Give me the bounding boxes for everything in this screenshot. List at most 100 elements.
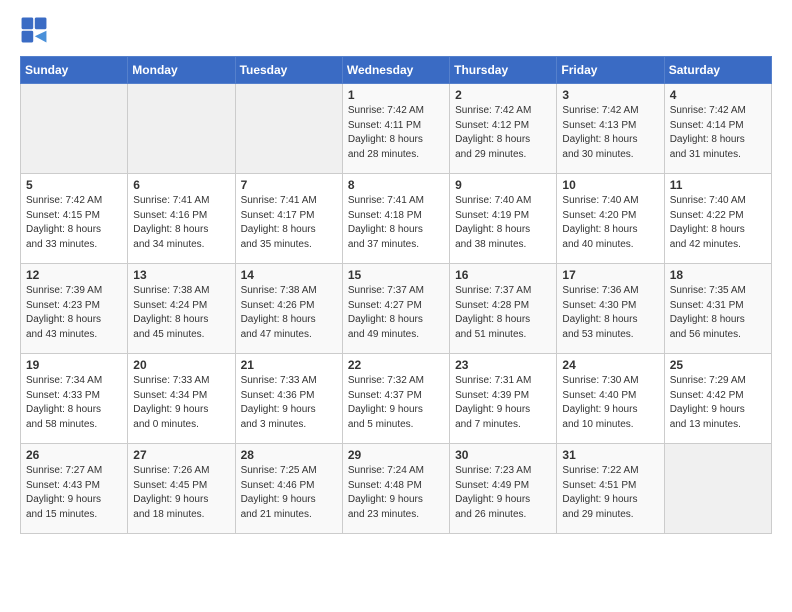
weekday-header-sunday: Sunday [21, 57, 128, 84]
day-number: 8 [348, 178, 444, 192]
calendar-cell: 12Sunrise: 7:39 AM Sunset: 4:23 PM Dayli… [21, 264, 128, 354]
day-number: 26 [26, 448, 122, 462]
calendar-cell: 2 Sunrise: 7:42 AM Sunset: 4:12 PM Daylig… [450, 84, 557, 174]
cell-details: Sunrise: 7:38 AM Sunset: 4:26 PM Dayligh… [241, 284, 337, 342]
calendar-cell: 16Sunrise: 7:37 AM Sunset: 4:28 PM Dayli… [450, 264, 557, 354]
calendar-cell: 9 Sunrise: 7:40 AM Sunset: 4:19 PM Daylig… [450, 174, 557, 264]
cell-details: Sunrise: 7:33 AM Sunset: 4:34 PM Dayligh… [133, 374, 229, 432]
day-number: 9 [455, 178, 551, 192]
calendar-cell: 17 Sunrise: 7:36 AM Sunset: 4:30 PM Dayli… [557, 264, 664, 354]
calendar-table: SundayMondayTuesdayWednesdayThursdayFrid… [20, 56, 772, 534]
cell-details: Sunrise: 7:42 AM Sunset: 4:14 PM Dayligh… [670, 104, 766, 162]
day-number: 7 [241, 178, 337, 192]
calendar-cell: 4 Sunrise: 7:42 AM Sunset: 4:14 PM Daylig… [664, 84, 771, 174]
day-number: 16 [455, 268, 551, 282]
cell-details: Sunrise: 7:26 AM Sunset: 4:45 PM Dayligh… [133, 464, 229, 522]
day-number: 11 [670, 178, 766, 192]
calendar-cell: 27 Sunrise: 7:26 AM Sunset: 4:45 PM Dayli… [128, 444, 235, 534]
cell-details: Sunrise: 7:22 AM Sunset: 4:51 PM Dayligh… [562, 464, 658, 522]
cell-details: Sunrise: 7:42 AM Sunset: 4:12 PM Dayligh… [455, 104, 551, 162]
calendar-cell: 22 Sunrise: 7:32 AM Sunset: 4:37 PM Dayli… [342, 354, 449, 444]
cell-details: Sunrise: 7:36 AM Sunset: 4:30 PM Dayligh… [562, 284, 658, 342]
day-number: 17 [562, 268, 658, 282]
cell-details: Sunrise: 7:30 AM Sunset: 4:40 PM Dayligh… [562, 374, 658, 432]
weekday-header-wednesday: Wednesday [342, 57, 449, 84]
day-number: 14 [241, 268, 337, 282]
calendar-cell: 20 Sunrise: 7:33 AM Sunset: 4:34 PM Dayli… [128, 354, 235, 444]
cell-details: Sunrise: 7:42 AM Sunset: 4:15 PM Dayligh… [26, 194, 122, 252]
cell-details: Sunrise: 7:40 AM Sunset: 4:22 PM Dayligh… [670, 194, 766, 252]
day-number: 28 [241, 448, 337, 462]
day-number: 27 [133, 448, 229, 462]
page: SundayMondayTuesdayWednesdayThursdayFrid… [0, 0, 792, 550]
day-number: 1 [348, 88, 444, 102]
cell-details: Sunrise: 7:23 AM Sunset: 4:49 PM Dayligh… [455, 464, 551, 522]
calendar-cell: 23 Sunrise: 7:31 AM Sunset: 4:39 PM Dayli… [450, 354, 557, 444]
day-number: 15 [348, 268, 444, 282]
day-number: 30 [455, 448, 551, 462]
week-row-4: 19 Sunrise: 7:34 AM Sunset: 4:33 PM Dayli… [21, 354, 772, 444]
day-number: 22 [348, 358, 444, 372]
header [20, 16, 772, 44]
cell-details: Sunrise: 7:40 AM Sunset: 4:19 PM Dayligh… [455, 194, 551, 252]
cell-details: Sunrise: 7:32 AM Sunset: 4:37 PM Dayligh… [348, 374, 444, 432]
calendar-cell: 8 Sunrise: 7:41 AM Sunset: 4:18 PM Daylig… [342, 174, 449, 264]
day-number: 2 [455, 88, 551, 102]
calendar-cell: 14 Sunrise: 7:38 AM Sunset: 4:26 PM Dayli… [235, 264, 342, 354]
calendar-cell: 15 Sunrise: 7:37 AM Sunset: 4:27 PM Dayli… [342, 264, 449, 354]
calendar-cell: 18 Sunrise: 7:35 AM Sunset: 4:31 PM Dayli… [664, 264, 771, 354]
cell-details: Sunrise: 7:42 AM Sunset: 4:13 PM Dayligh… [562, 104, 658, 162]
day-number: 18 [670, 268, 766, 282]
day-number: 6 [133, 178, 229, 192]
cell-details: Sunrise: 7:31 AM Sunset: 4:39 PM Dayligh… [455, 374, 551, 432]
calendar-cell [21, 84, 128, 174]
calendar-cell: 11 Sunrise: 7:40 AM Sunset: 4:22 PM Dayli… [664, 174, 771, 264]
weekday-header-row: SundayMondayTuesdayWednesdayThursdayFrid… [21, 57, 772, 84]
cell-details: Sunrise: 7:41 AM Sunset: 4:18 PM Dayligh… [348, 194, 444, 252]
weekday-header-tuesday: Tuesday [235, 57, 342, 84]
calendar-cell: 1Sunrise: 7:42 AM Sunset: 4:11 PM Daylig… [342, 84, 449, 174]
cell-details: Sunrise: 7:40 AM Sunset: 4:20 PM Dayligh… [562, 194, 658, 252]
calendar-cell: 13Sunrise: 7:38 AM Sunset: 4:24 PM Dayli… [128, 264, 235, 354]
calendar-cell: 24 Sunrise: 7:30 AM Sunset: 4:40 PM Dayli… [557, 354, 664, 444]
day-number: 10 [562, 178, 658, 192]
logo-icon [20, 16, 48, 44]
day-number: 31 [562, 448, 658, 462]
cell-details: Sunrise: 7:24 AM Sunset: 4:48 PM Dayligh… [348, 464, 444, 522]
day-number: 24 [562, 358, 658, 372]
calendar-cell [664, 444, 771, 534]
day-number: 20 [133, 358, 229, 372]
cell-details: Sunrise: 7:34 AM Sunset: 4:33 PM Dayligh… [26, 374, 122, 432]
day-number: 25 [670, 358, 766, 372]
calendar-cell: 26Sunrise: 7:27 AM Sunset: 4:43 PM Dayli… [21, 444, 128, 534]
logo [20, 16, 52, 44]
day-number: 12 [26, 268, 122, 282]
calendar-cell: 25 Sunrise: 7:29 AM Sunset: 4:42 PM Dayli… [664, 354, 771, 444]
calendar-cell: 7 Sunrise: 7:41 AM Sunset: 4:17 PM Daylig… [235, 174, 342, 264]
calendar-cell: 10 Sunrise: 7:40 AM Sunset: 4:20 PM Dayli… [557, 174, 664, 264]
day-number: 29 [348, 448, 444, 462]
day-number: 19 [26, 358, 122, 372]
calendar-cell: 21 Sunrise: 7:33 AM Sunset: 4:36 PM Dayli… [235, 354, 342, 444]
calendar-cell: 28Sunrise: 7:25 AM Sunset: 4:46 PM Dayli… [235, 444, 342, 534]
week-row-3: 12Sunrise: 7:39 AM Sunset: 4:23 PM Dayli… [21, 264, 772, 354]
calendar-cell: 5Sunrise: 7:42 AM Sunset: 4:15 PM Daylig… [21, 174, 128, 264]
cell-details: Sunrise: 7:37 AM Sunset: 4:27 PM Dayligh… [348, 284, 444, 342]
day-number: 3 [562, 88, 658, 102]
cell-details: Sunrise: 7:29 AM Sunset: 4:42 PM Dayligh… [670, 374, 766, 432]
cell-details: Sunrise: 7:38 AM Sunset: 4:24 PM Dayligh… [133, 284, 229, 342]
week-row-5: 26Sunrise: 7:27 AM Sunset: 4:43 PM Dayli… [21, 444, 772, 534]
cell-details: Sunrise: 7:33 AM Sunset: 4:36 PM Dayligh… [241, 374, 337, 432]
calendar-cell: 3 Sunrise: 7:42 AM Sunset: 4:13 PM Daylig… [557, 84, 664, 174]
day-number: 23 [455, 358, 551, 372]
calendar-cell [128, 84, 235, 174]
cell-details: Sunrise: 7:35 AM Sunset: 4:31 PM Dayligh… [670, 284, 766, 342]
weekday-header-friday: Friday [557, 57, 664, 84]
cell-details: Sunrise: 7:41 AM Sunset: 4:17 PM Dayligh… [241, 194, 337, 252]
day-number: 4 [670, 88, 766, 102]
week-row-2: 5Sunrise: 7:42 AM Sunset: 4:15 PM Daylig… [21, 174, 772, 264]
cell-details: Sunrise: 7:41 AM Sunset: 4:16 PM Dayligh… [133, 194, 229, 252]
day-number: 21 [241, 358, 337, 372]
calendar-cell [235, 84, 342, 174]
calendar-cell: 31 Sunrise: 7:22 AM Sunset: 4:51 PM Dayli… [557, 444, 664, 534]
